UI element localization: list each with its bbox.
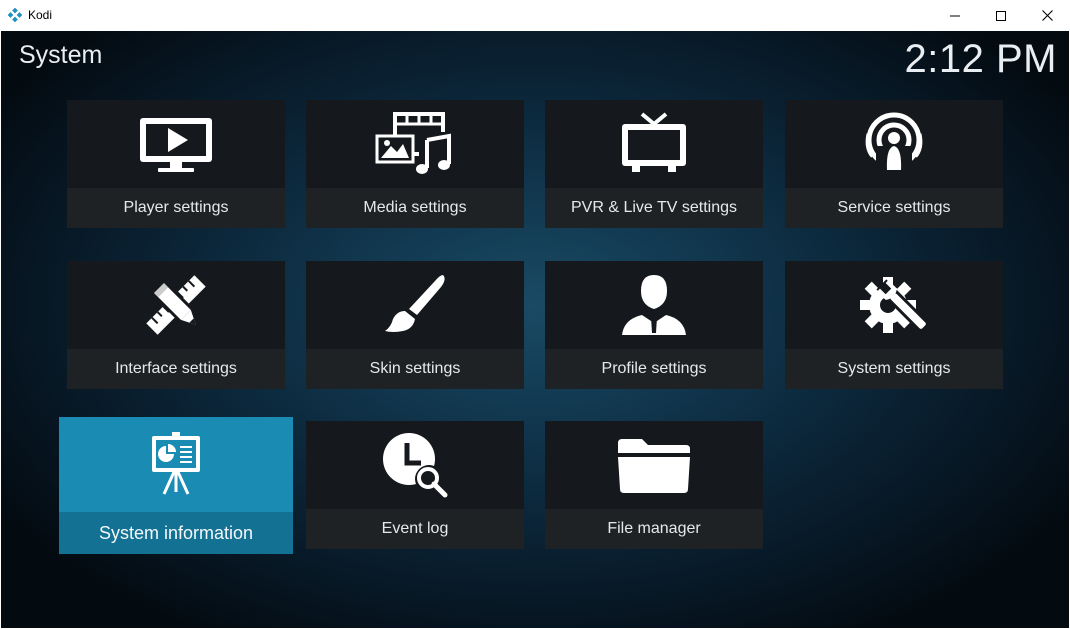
tv-icon: [622, 112, 686, 172]
user-icon: [622, 275, 686, 335]
tile-system-settings[interactable]: System settings: [785, 261, 1003, 389]
tile-label: Event log: [381, 520, 449, 537]
tile-profile-settings[interactable]: Profile settings: [545, 261, 763, 389]
podcast-icon: [865, 112, 923, 176]
tile-system-information[interactable]: System information: [59, 417, 293, 554]
tile-label-bar: System information: [59, 512, 293, 554]
maximize-button[interactable]: [978, 0, 1024, 31]
presentation-icon: [152, 432, 200, 495]
close-button[interactable]: [1024, 0, 1070, 31]
tile-media-settings[interactable]: Media settings: [306, 100, 524, 228]
maximize-icon: [996, 10, 1006, 21]
tile-event-log[interactable]: Event log: [306, 421, 524, 549]
tile-label-bar: Player settings: [67, 188, 285, 228]
tile-label-bar: Interface settings: [67, 349, 285, 389]
tile-label-bar: Skin settings: [306, 349, 524, 389]
tile-label: Media settings: [363, 199, 467, 216]
media-icon: [375, 112, 451, 174]
tile-label-bar: Media settings: [306, 188, 524, 228]
tile-label-bar: PVR & Live TV settings: [545, 188, 763, 228]
kodi-logo-icon: [8, 8, 22, 22]
tile-label: Player settings: [123, 199, 229, 216]
tile-label-bar: File manager: [545, 509, 763, 549]
pencil-ruler-icon: [146, 275, 206, 335]
page-title: System: [19, 41, 103, 69]
paintbrush-icon: [385, 275, 445, 332]
tile-label: Profile settings: [601, 360, 707, 377]
tile-file-manager[interactable]: File manager: [545, 421, 763, 549]
window-titlebar: Kodi: [0, 0, 1070, 31]
kodi-main-area: System 2:12 PM Player settings Media set…: [1, 31, 1069, 628]
tile-label: Service settings: [837, 199, 951, 216]
tile-service-settings[interactable]: Service settings: [785, 100, 1003, 228]
clock: 2:12 PM: [904, 37, 1057, 81]
gear-wrench-icon: [860, 277, 928, 335]
tile-pvr-live-tv-settings[interactable]: PVR & Live TV settings: [545, 100, 763, 228]
monitor-play-icon: [140, 118, 212, 172]
clock-search-icon: [383, 433, 448, 498]
folder-icon: [618, 439, 690, 493]
tile-interface-settings[interactable]: Interface settings: [67, 261, 285, 389]
minimize-icon: [950, 15, 960, 16]
tile-player-settings[interactable]: Player settings: [67, 100, 285, 228]
tile-label: File manager: [607, 520, 701, 537]
tile-label-bar: Service settings: [785, 188, 1003, 228]
tile-label-bar: System settings: [785, 349, 1003, 389]
tile-label: System information: [98, 522, 254, 543]
window-title: Kodi: [28, 8, 53, 22]
close-icon: [1041, 10, 1053, 21]
tile-label: Interface settings: [115, 360, 237, 377]
tile-label: System settings: [837, 360, 951, 377]
minimize-button[interactable]: [932, 0, 978, 31]
tile-label: PVR & Live TV settings: [571, 199, 737, 216]
tile-label-bar: Profile settings: [545, 349, 763, 389]
tile-skin-settings[interactable]: Skin settings: [306, 261, 524, 389]
tile-label: Skin settings: [369, 360, 461, 377]
tile-label-bar: Event log: [306, 509, 524, 549]
